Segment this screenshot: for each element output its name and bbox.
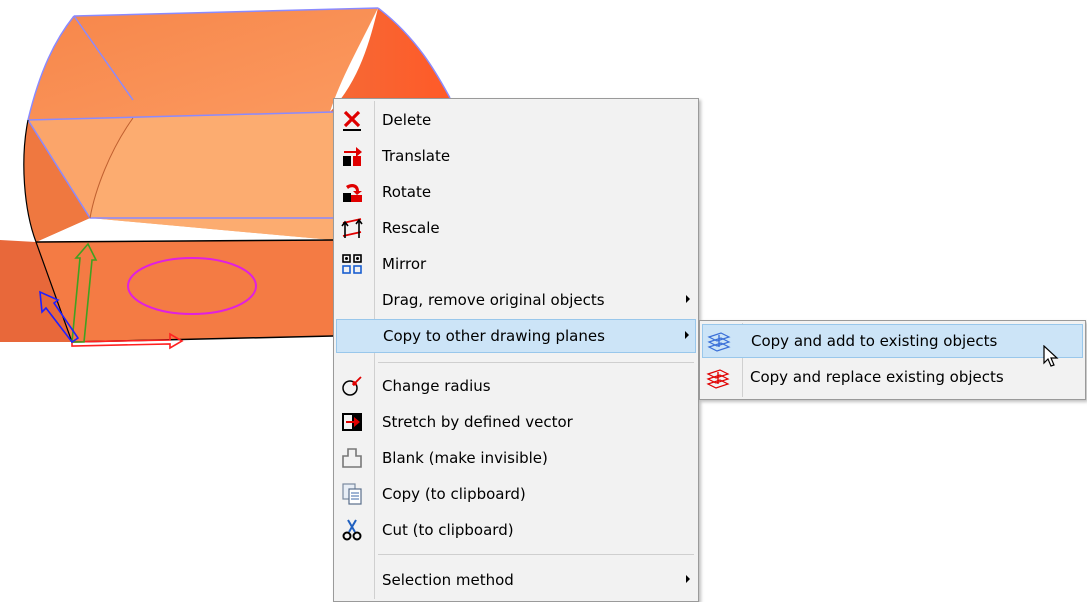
menu-item-delete[interactable]: Delete bbox=[336, 103, 696, 137]
delete-x-icon bbox=[340, 108, 364, 132]
scissors-icon bbox=[340, 518, 364, 542]
submenu-item-copy-and-add[interactable]: Copy and add to existing objects bbox=[702, 324, 1083, 358]
menu-item-label: Copy (to clipboard) bbox=[382, 485, 526, 503]
menu-item-label: Blank (make invisible) bbox=[382, 449, 548, 467]
menu-item-label: Rescale bbox=[382, 219, 440, 237]
mouse-cursor-icon bbox=[1043, 345, 1059, 367]
submenu-arrow-icon bbox=[685, 331, 689, 339]
menu-item-copy-to-other-drawing-planes[interactable]: Copy to other drawing planes bbox=[336, 319, 696, 353]
menu-separator bbox=[378, 362, 694, 363]
blank-icon bbox=[340, 446, 364, 470]
menu-item-selection-method[interactable]: Selection method bbox=[336, 563, 696, 597]
menu-item-drag-remove-original[interactable]: Drag, remove original objects bbox=[336, 283, 696, 317]
menu-item-label: Copy to other drawing planes bbox=[383, 327, 605, 345]
menu-item-translate[interactable]: Translate bbox=[336, 139, 696, 173]
menu-item-label: Rotate bbox=[382, 183, 432, 201]
menu-item-label: Mirror bbox=[382, 255, 427, 273]
menu-item-label: Translate bbox=[382, 147, 451, 165]
submenu-copy-to-planes: Copy and add to existing objects Copy an… bbox=[699, 320, 1086, 400]
rotate-icon bbox=[340, 180, 364, 204]
menu-item-rescale[interactable]: Rescale bbox=[336, 211, 696, 245]
mirror-icon bbox=[340, 252, 364, 276]
menu-item-label: Copy and add to existing objects bbox=[751, 332, 998, 350]
menu-item-stretch-by-vector[interactable]: Stretch by defined vector bbox=[336, 405, 696, 439]
copy-replace-planes-icon bbox=[706, 366, 730, 390]
menu-item-change-radius[interactable]: Change radius bbox=[336, 369, 696, 403]
context-menu: Delete Translate Rotate Rescale Mirror D… bbox=[333, 98, 699, 602]
translate-icon bbox=[340, 144, 364, 168]
menu-item-mirror[interactable]: Mirror bbox=[336, 247, 696, 281]
menu-item-label: Change radius bbox=[382, 377, 491, 395]
menu-item-copy-clipboard[interactable]: Copy (to clipboard) bbox=[336, 477, 696, 511]
menu-item-label: Stretch by defined vector bbox=[382, 413, 573, 431]
submenu-arrow-icon bbox=[686, 295, 690, 303]
menu-item-label: Copy and replace existing objects bbox=[750, 368, 1004, 386]
copy-icon bbox=[340, 482, 364, 506]
menu-item-rotate[interactable]: Rotate bbox=[336, 175, 696, 209]
change-radius-icon bbox=[340, 374, 364, 398]
stretch-icon bbox=[340, 410, 364, 434]
menu-item-blank[interactable]: Blank (make invisible) bbox=[336, 441, 696, 475]
rescale-icon bbox=[340, 216, 364, 240]
menu-item-label: Delete bbox=[382, 111, 432, 129]
submenu-item-copy-and-replace[interactable]: Copy and replace existing objects bbox=[702, 361, 1083, 395]
menu-item-cut-clipboard[interactable]: Cut (to clipboard) bbox=[336, 513, 696, 547]
menu-separator bbox=[378, 554, 694, 555]
menu-item-label: Drag, remove original objects bbox=[382, 291, 605, 309]
submenu-arrow-icon bbox=[686, 575, 690, 583]
menu-item-label: Selection method bbox=[382, 571, 514, 589]
menu-item-label: Cut (to clipboard) bbox=[382, 521, 514, 539]
copy-add-planes-icon bbox=[707, 329, 731, 353]
